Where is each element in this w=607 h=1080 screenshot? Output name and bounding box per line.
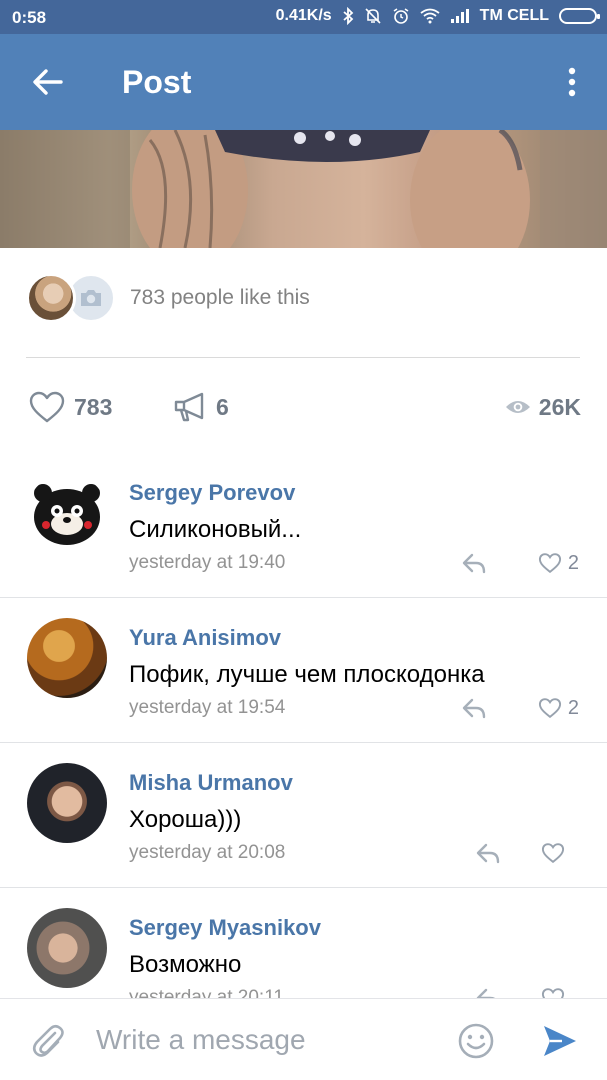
reply-button[interactable] [473, 984, 503, 998]
alarm-icon [392, 7, 410, 25]
bell-off-icon [364, 7, 382, 25]
comment-like-button[interactable] [541, 839, 571, 867]
arrow-left-icon [33, 69, 63, 95]
page-title: Post [122, 64, 192, 100]
paperclip-icon [32, 1024, 64, 1057]
likes-summary-text: 783 people like this [130, 286, 310, 309]
comment-item: Sergey Myasnikov Возможно yesterday at 2… [0, 888, 607, 998]
comment-text: Возможно [129, 951, 242, 978]
likes-summary[interactable]: 783 people like this [26, 272, 310, 324]
reply-icon [462, 698, 486, 719]
attach-button[interactable] [28, 1021, 68, 1061]
comments-list[interactable]: Sergey Porevov Силиконовый... yesterday … [0, 453, 607, 998]
bluetooth-icon [342, 7, 354, 25]
wifi-icon [420, 8, 440, 24]
like-count: 783 [74, 393, 113, 420]
like-button[interactable]: 783 [28, 382, 112, 432]
comment-text: Силиконовый... [129, 516, 302, 543]
heart-icon [29, 391, 65, 423]
send-button[interactable] [540, 1021, 580, 1061]
commenter-avatar[interactable] [27, 473, 107, 553]
comment-like-button[interactable] [541, 984, 571, 998]
reply-button[interactable] [473, 839, 503, 867]
top-toolbar: Post [0, 34, 607, 130]
signal-icon [450, 8, 470, 24]
heart-icon [538, 553, 561, 574]
share-count: 6 [216, 393, 229, 420]
status-time: 0:58 [12, 8, 47, 27]
comment-like-button[interactable]: 2 [538, 549, 579, 577]
reply-icon [476, 988, 496, 998]
message-input[interactable] [96, 1017, 436, 1063]
comment-time: yesterday at 20:11 [129, 987, 284, 998]
eye-icon [505, 401, 530, 413]
views-count: 26K [538, 393, 581, 420]
reply-button[interactable] [459, 694, 489, 722]
reply-icon [476, 843, 500, 864]
more-vertical-icon [568, 67, 576, 97]
camera-icon [81, 290, 101, 306]
comment-item: Yura Anisimov Пофик, лучше чем плоскодон… [0, 598, 607, 743]
reply-icon [462, 553, 486, 574]
more-options-button[interactable] [557, 62, 587, 102]
comment-time: yesterday at 19:40 [129, 552, 286, 573]
reply-button[interactable] [459, 549, 489, 577]
commenter-avatar[interactable] [27, 618, 107, 698]
battery-icon [559, 8, 600, 24]
views-counter: 26K [505, 382, 581, 432]
comment-item: Sergey Porevov Силиконовый... yesterday … [0, 453, 607, 598]
commenter-avatar[interactable] [27, 763, 107, 843]
heart-icon [538, 698, 561, 719]
comment-text: Пофик, лучше чем плоскодонка [129, 661, 485, 688]
carrier-name: TM CELL [479, 7, 549, 24]
comment-author[interactable]: Sergey Porevov [129, 480, 295, 506]
comment-like-button[interactable]: 2 [538, 694, 579, 722]
send-icon [544, 1026, 576, 1056]
status-bar: 0:58 0.41K/s TM CELL [0, 0, 607, 34]
comment-time: yesterday at 19:54 [129, 697, 286, 718]
emoji-button[interactable] [456, 1021, 496, 1061]
network-speed: 0.41K/s [275, 7, 332, 24]
heart-icon [541, 988, 565, 998]
divider [26, 357, 580, 358]
comment-author[interactable]: Sergey Myasnikov [129, 915, 321, 941]
commenter-avatar[interactable] [27, 908, 107, 988]
back-button[interactable] [26, 60, 70, 104]
status-icons: 0.41K/s TM CELL [275, 7, 600, 25]
post-photo[interactable] [0, 130, 607, 248]
megaphone-icon [174, 392, 204, 422]
comment-author[interactable]: Misha Urmanov [129, 770, 293, 796]
liker-avatar [26, 273, 76, 323]
message-composer [0, 998, 607, 1080]
comment-like-count: 2 [567, 551, 579, 574]
share-button[interactable]: 6 [172, 382, 229, 432]
comment-author[interactable]: Yura Anisimov [129, 625, 281, 651]
comment-like-count: 2 [567, 696, 579, 719]
heart-icon [541, 843, 565, 864]
comment-item: Misha Urmanov Хороша))) yesterday at 20:… [0, 743, 607, 888]
post-stats: 783 6 26K [0, 382, 607, 432]
comment-text: Хороша))) [129, 806, 242, 833]
comment-time: yesterday at 20:08 [129, 842, 286, 863]
smiley-icon [458, 1023, 494, 1059]
